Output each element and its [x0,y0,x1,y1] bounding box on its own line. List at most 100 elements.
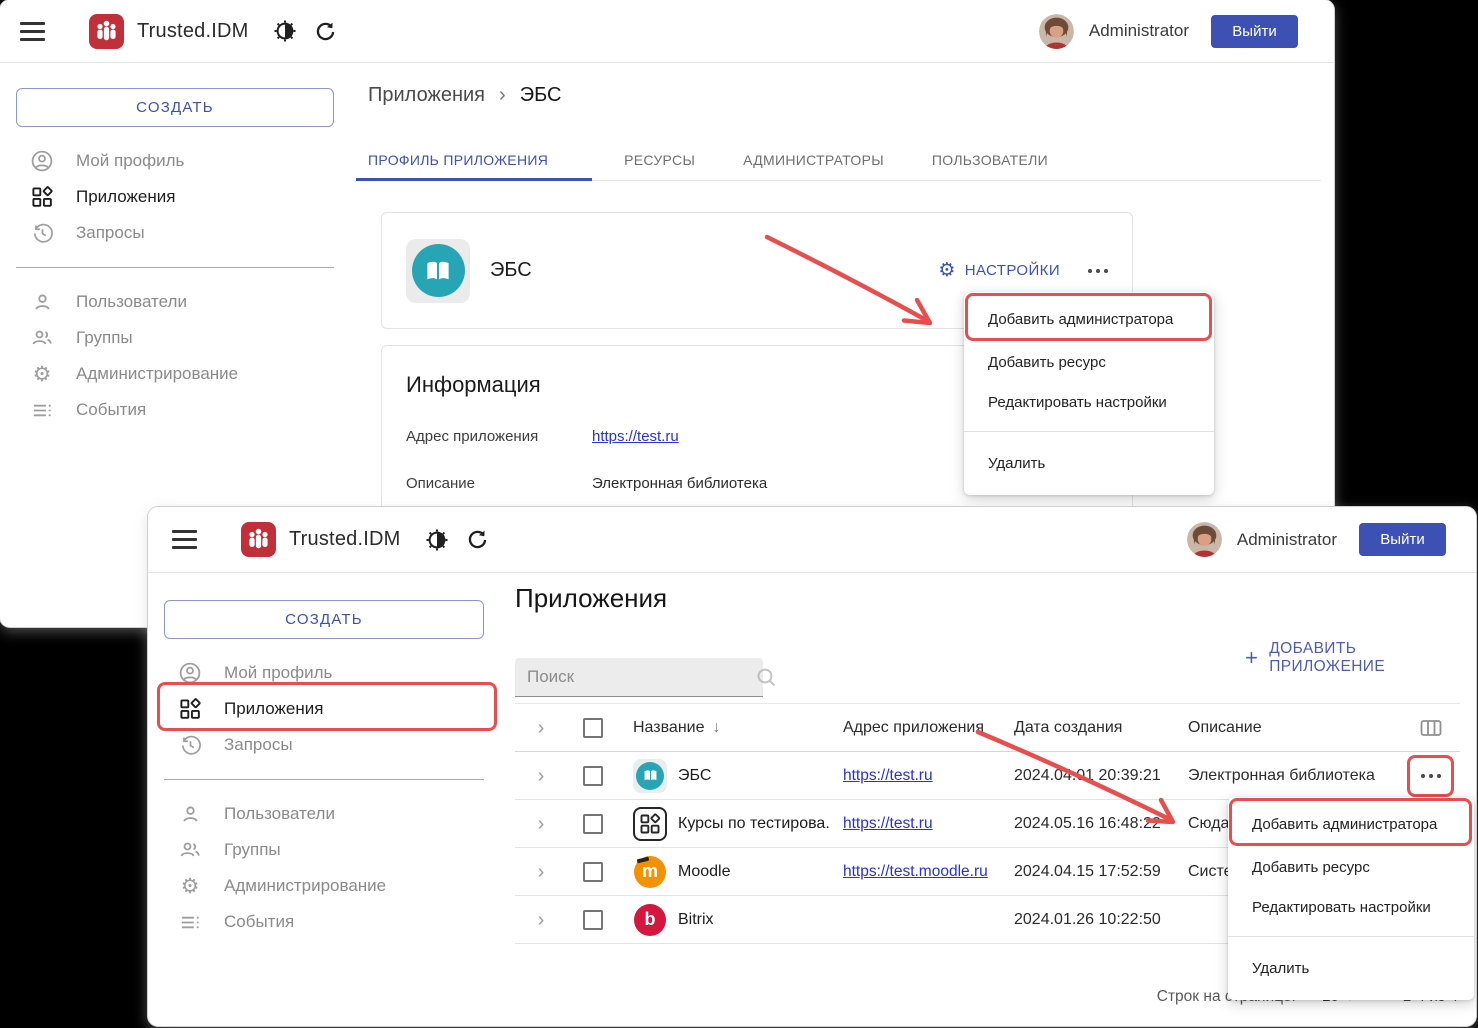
avatar[interactable] [1039,14,1074,49]
search-input[interactable] [515,667,756,687]
hamburger-menu-icon[interactable] [172,530,197,549]
sidebar-item-events[interactable]: События [164,904,484,940]
search-box [515,658,763,697]
ebs-app-icon [633,759,667,793]
settings-button[interactable]: ⚙ НАСТРОЙКИ [938,261,1060,280]
column-header-description[interactable]: Описание [1174,719,1401,737]
history-icon [178,733,202,757]
app-title: Trusted.IDM [137,20,248,43]
menu-item-delete[interactable]: Удалить [964,441,1214,485]
created-date: 2024.04.15 17:52:59 [1000,863,1174,881]
menu-item-add-resource[interactable]: Добавить ресурс [1228,847,1474,887]
graduation-cap-icon [637,856,650,863]
menu-item-add-administrator[interactable]: Добавить администратора [964,296,1214,342]
logout-button[interactable]: Выйти [1211,15,1298,48]
menu-divider [1228,936,1474,937]
app-description: Электронная библиотека [1174,767,1401,785]
header-bar: Trusted.IDM Administrator Выйти [0,0,1334,63]
menu-item-delete[interactable]: Удалить [1228,946,1474,990]
menu-item-edit-settings[interactable]: Редактировать настройки [964,382,1214,422]
group-icon [30,326,54,350]
sidebar-item-groups[interactable]: Группы [16,320,334,356]
sidebar-item-users[interactable]: Пользователи [16,284,334,320]
row-more-actions-button[interactable] [1407,755,1454,797]
column-header-name[interactable]: Название ↓ [619,719,829,737]
breadcrumb-current: ЭБС [520,84,562,107]
sidebar-item-users[interactable]: Пользователи [164,796,484,832]
tab-app-profile[interactable]: ПРОФИЛЬ ПРИЛОЖЕНИЯ [356,142,592,181]
avatar[interactable] [1187,522,1222,557]
sidebar-item-label: Мой профиль [224,663,332,683]
create-button[interactable]: СОЗДАТЬ [164,600,484,639]
row-checkbox[interactable] [583,910,603,930]
page-title: Приложения [515,583,667,614]
app-url-link[interactable]: https://test.ru [843,815,933,832]
sidebar-item-label: Группы [76,328,133,348]
app-name: ЭБС [490,259,532,282]
sidebar-item-requests[interactable]: Запросы [16,215,334,251]
more-actions-icon[interactable] [1088,269,1108,273]
desktop-canvas: { "colors": { "accent_indigo": "#3d51b5"… [0,0,1478,1028]
breadcrumb-applications[interactable]: Приложения [368,84,485,107]
table-row-ebs[interactable]: › ЭБС https://test.ru 2024.04.01 20:39:2… [515,752,1460,800]
sidebar-item-my-profile[interactable]: Мой профиль [164,655,484,691]
columns-settings-icon[interactable] [1420,718,1442,738]
sidebar-item-applications[interactable]: Приложения [16,179,334,215]
sidebar-item-label: Администрирование [224,876,386,896]
add-application-button[interactable]: + ДОБАВИТЬ ПРИЛОЖЕНИЕ [1245,640,1476,676]
theme-toggle-icon[interactable] [274,20,296,42]
hamburger-menu-icon[interactable] [20,22,45,41]
app-url-link[interactable]: https://test.ru [592,428,679,445]
sidebar-item-label: Группы [224,840,281,860]
sidebar-item-label: Приложения [76,187,175,207]
courses-app-icon [633,807,667,841]
create-button[interactable]: СОЗДАТЬ [16,88,334,127]
tab-administrators[interactable]: АДМИНИСТРАТОРЫ [727,142,900,181]
breadcrumb: Приложения › ЭБС [368,84,561,107]
expand-row-icon[interactable]: › [538,910,545,930]
row-checkbox[interactable] [583,862,603,882]
app-url-link[interactable]: https://test.moodle.ru [843,863,988,880]
widgets-icon [178,697,202,721]
sidebar-item-applications[interactable]: Приложения [164,691,484,727]
app-url-link[interactable]: https://test.ru [843,767,933,784]
header-bar: Trusted.IDM Administrator Выйти [148,507,1476,573]
refresh-icon[interactable] [314,21,335,42]
profile-icon [178,661,202,685]
app-icon-ebs [406,239,470,303]
gear-icon: ⚙ [30,362,54,386]
menu-item-edit-settings[interactable]: Редактировать настройки [1228,887,1474,927]
tab-resources[interactable]: РЕСУРСЫ [608,142,711,181]
column-header-created[interactable]: Дата создания [1000,719,1174,737]
tab-users[interactable]: ПОЛЬЗОВАТЕЛИ [916,142,1064,181]
list-icon [30,398,54,422]
expand-row-icon[interactable]: › [538,862,545,882]
book-icon [641,766,660,785]
menu-item-add-administrator[interactable]: Добавить администратора [1228,801,1474,847]
refresh-icon[interactable] [466,529,487,550]
expand-row-icon[interactable]: › [538,766,545,786]
created-date: 2024.04.01 20:39:21 [1000,767,1174,785]
row-checkbox[interactable] [583,766,603,786]
settings-label: НАСТРОЙКИ [965,262,1060,279]
sidebar-item-administration[interactable]: ⚙ Администрирование [164,868,484,904]
app-name: Курсы по тестирова... [678,815,829,833]
menu-item-add-resource[interactable]: Добавить ресурс [964,342,1214,382]
sidebar-item-label: Мой профиль [76,151,184,171]
expand-row-icon[interactable]: › [538,814,545,834]
sidebar-item-groups[interactable]: Группы [164,832,484,868]
sidebar-item-label: Запросы [76,223,145,243]
select-all-checkbox[interactable] [583,718,603,738]
sort-desc-icon[interactable]: ↓ [713,719,721,737]
app-name: Bitrix [678,911,714,929]
sidebar-item-my-profile[interactable]: Мой профиль [16,143,334,179]
logout-button[interactable]: Выйти [1359,523,1446,556]
column-header-url[interactable]: Адрес приложения [829,719,1000,737]
theme-toggle-icon[interactable] [426,529,448,551]
sidebar-item-administration[interactable]: ⚙ Администрирование [16,356,334,392]
sidebar-item-events[interactable]: События [16,392,334,428]
context-menu: Добавить администратора Добавить ресурс … [1228,797,1474,1000]
sidebar-item-requests[interactable]: Запросы [164,727,484,763]
chevron-right-icon: › [499,84,506,107]
row-checkbox[interactable] [583,814,603,834]
